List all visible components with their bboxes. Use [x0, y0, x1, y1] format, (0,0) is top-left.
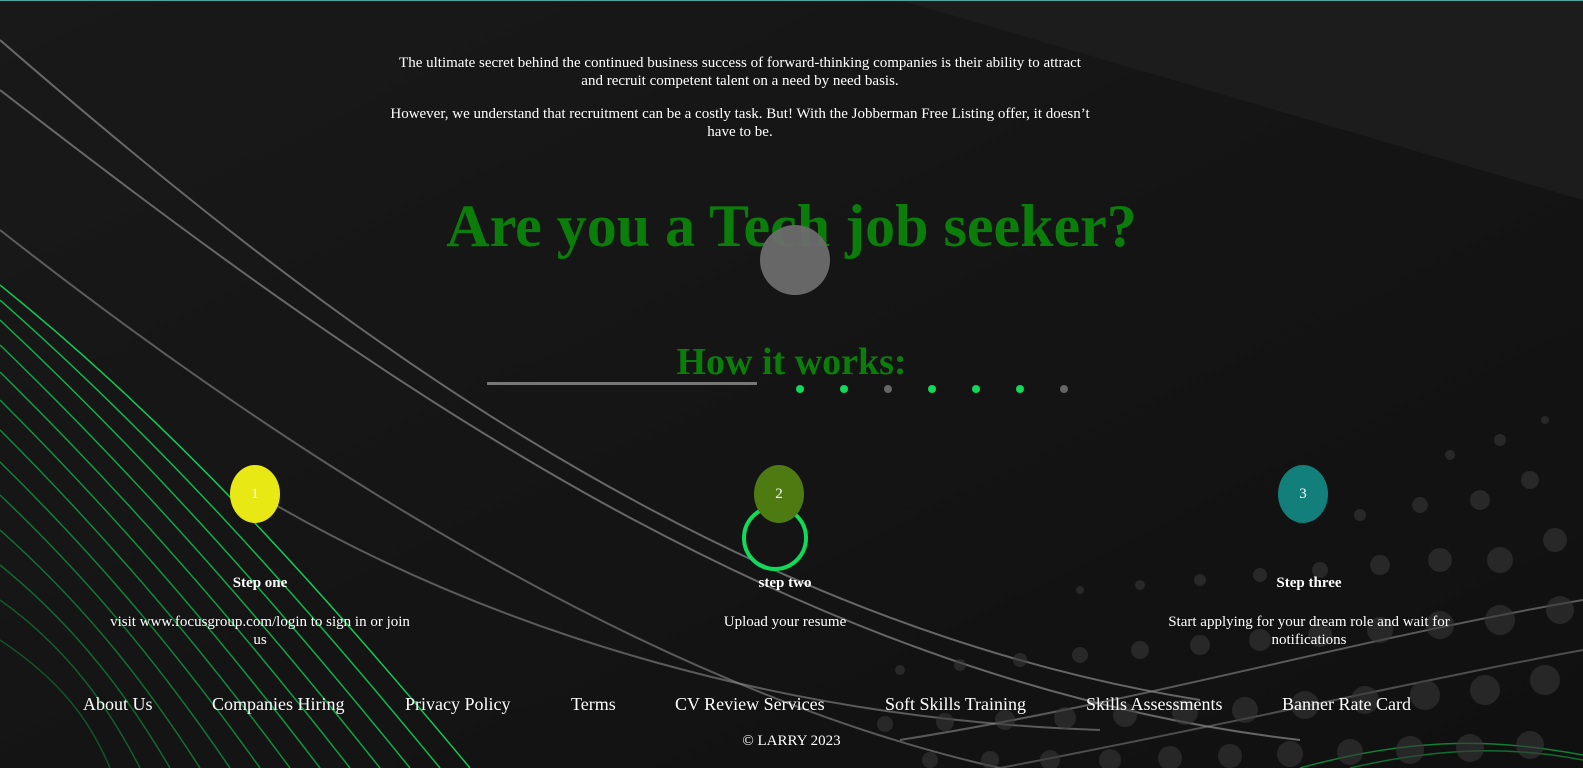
step-number-badge: 2 [754, 465, 804, 523]
title-underline [487, 382, 757, 385]
intro-section: The ultimate secret behind the continued… [390, 54, 1090, 156]
footer-link-privacy-policy[interactable]: Privacy Policy [405, 694, 511, 715]
step-number: 1 [251, 485, 259, 502]
intro-paragraph: However, we understand that recruitment … [390, 106, 1090, 140]
carousel-dot[interactable] [796, 385, 804, 393]
footer-link-cv-review-services[interactable]: CV Review Services [675, 694, 825, 715]
step-number-badge: 3 [1278, 465, 1328, 523]
carousel-dot[interactable] [1060, 385, 1068, 393]
footer-nav: About Us Companies Hiring Privacy Policy… [0, 694, 1583, 718]
step-description: Start applying for your dream role and w… [1168, 614, 1450, 648]
step-description: visit www.focusgroup.com/login to sign i… [110, 614, 410, 648]
step-number: 2 [775, 485, 783, 502]
step-number-badge: 1 [230, 465, 280, 523]
page-content: The ultimate secret behind the continued… [0, 0, 1583, 768]
decorative-circle [760, 225, 830, 295]
how-it-works-title: How it works: [676, 341, 907, 383]
carousel-dot[interactable] [1016, 385, 1024, 393]
carousel-dot[interactable] [928, 385, 936, 393]
copyright: © LARRY 2023 [742, 733, 841, 749]
step-title: step two [758, 575, 812, 591]
carousel-dot[interactable] [884, 385, 892, 393]
intro-paragraph: The ultimate secret behind the continued… [399, 55, 1081, 89]
footer-link-banner-rate-card[interactable]: Banner Rate Card [1282, 694, 1411, 715]
step-number: 3 [1299, 485, 1307, 502]
step-title: Step one [232, 575, 288, 591]
top-border [0, 0, 1583, 1]
carousel-dot[interactable] [840, 385, 848, 393]
footer-link-terms[interactable]: Terms [571, 694, 616, 715]
step-title: Step three [1276, 575, 1342, 591]
footer-link-about-us[interactable]: About Us [83, 694, 153, 715]
step-description: Upload your resume [723, 614, 847, 630]
footer-link-skills-assessments[interactable]: Skills Assessments [1086, 694, 1223, 715]
footer-link-companies-hiring[interactable]: Companies Hiring [212, 694, 345, 715]
footer-link-soft-skills-training[interactable]: Soft Skills Training [885, 694, 1026, 715]
carousel-dot[interactable] [972, 385, 980, 393]
